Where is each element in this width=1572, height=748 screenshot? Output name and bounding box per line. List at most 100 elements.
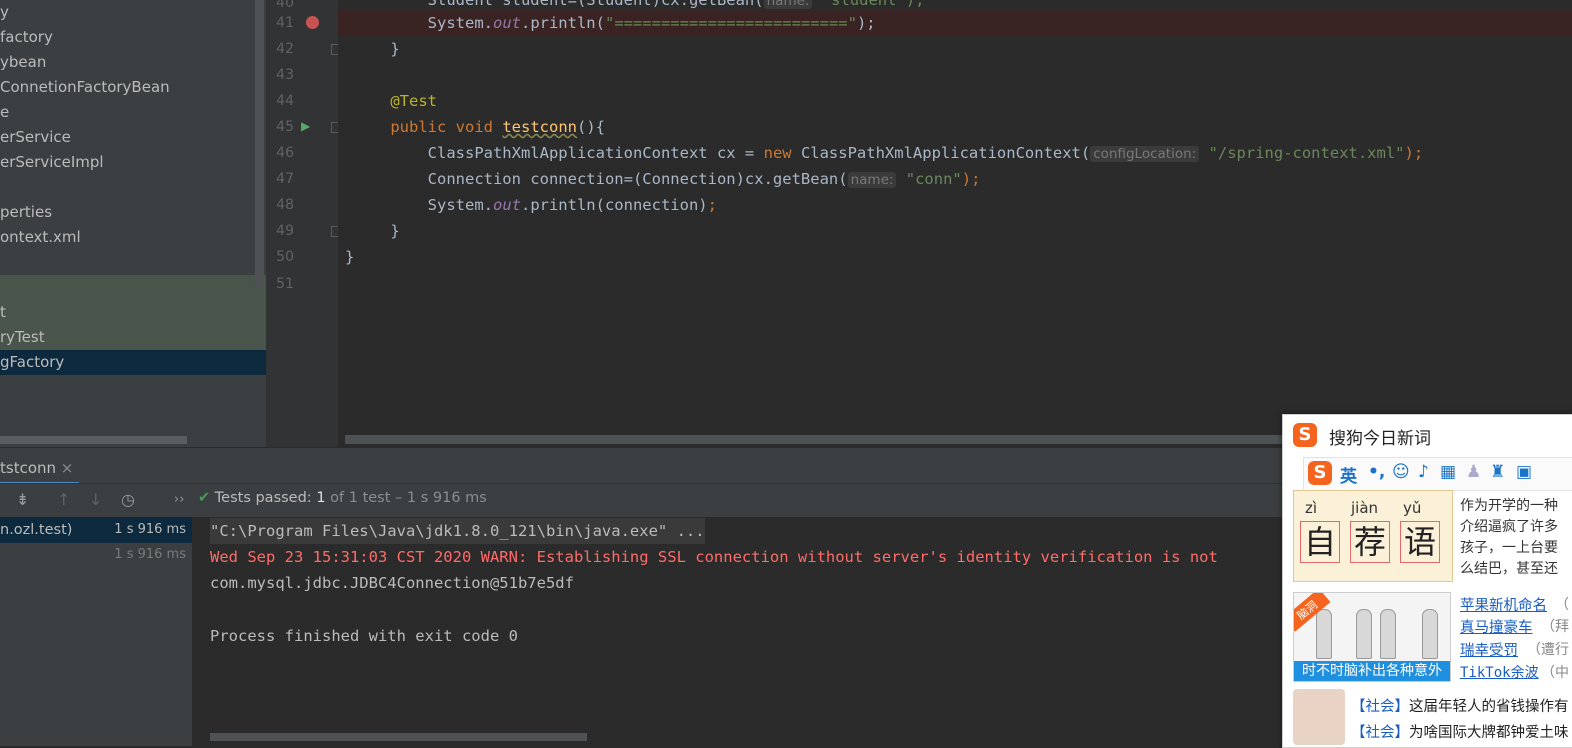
code-line-breakpoint: System.out.println("====================…	[338, 10, 1572, 36]
pinyin: jiàn	[1351, 499, 1379, 517]
close-icon[interactable]: ×	[61, 459, 74, 477]
word-char: 自	[1300, 521, 1340, 563]
history-icon[interactable]: ◷	[121, 490, 135, 509]
code-editor[interactable]: Student student=(Student)cx.getBean(name…	[338, 0, 1572, 447]
test-row[interactable]: n.ozl.test) 1 s 916 ms	[0, 517, 192, 543]
editor-gutter: 40 41 42 43 44 45 46 47 48 49 50 51 ▶	[266, 0, 342, 447]
editor-horizontal-scrollbar[interactable]	[345, 435, 1295, 444]
figure-illustration	[1422, 609, 1438, 659]
more-icon[interactable]: ››	[174, 492, 184, 507]
figure-illustration	[1380, 609, 1396, 659]
code-line: }	[345, 248, 355, 266]
tree-vertical-scrollbar[interactable]	[255, 0, 264, 287]
sogou-logo-icon: S	[1308, 461, 1332, 485]
figure-illustration	[1316, 609, 1332, 659]
hot-word-note: （拜	[1541, 619, 1569, 635]
code-line: public void testconn(){	[353, 118, 605, 136]
tree-item[interactable]: erServiceImpl	[0, 150, 266, 175]
news-thumbnail[interactable]	[1293, 689, 1345, 745]
popup-title: 搜狗今日新词	[1329, 429, 1431, 449]
test-row[interactable]: 1 s 916 ms	[0, 542, 192, 568]
tree-horizontal-scrollbar[interactable]	[0, 436, 187, 444]
line-number: 49	[276, 223, 294, 239]
news-image[interactable]: 脑洞 时不时脑补出各种意外	[1293, 592, 1451, 682]
popup-header: S 搜狗今日新词	[1283, 415, 1572, 455]
tree-item[interactable]: ontext.xml	[0, 225, 266, 250]
emoji-icon[interactable]: ☺	[1392, 462, 1410, 482]
previous-failed-icon[interactable]: ↑	[57, 490, 70, 509]
tree-item[interactable]: ConnetionFactoryBean	[0, 75, 266, 100]
line-number: 41	[276, 15, 294, 31]
news-item[interactable]: 【社会】为啥国际大牌都钟爱土味	[1351, 721, 1569, 742]
test-status: ✔ Tests passed: 1 of 1 test – 1 s 916 ms	[198, 490, 487, 506]
word-description: 介绍逼疯了许多	[1460, 519, 1558, 535]
word-card[interactable]: zì jiàn yǔ 自 荐 语	[1293, 490, 1453, 582]
hot-word-note: （中	[1541, 665, 1569, 681]
hot-word-link[interactable]: 苹果新机命名	[1460, 594, 1547, 615]
word-char: 语	[1400, 521, 1440, 563]
tree-item-selected[interactable]: gFactory	[0, 350, 266, 375]
code-line: }	[353, 222, 400, 240]
code-line: Connection connection=(Connection)cx.get…	[353, 170, 981, 188]
word-description: 孩子，一上台要	[1460, 540, 1558, 556]
hot-word-link[interactable]: 瑞幸受罚	[1460, 639, 1518, 660]
line-number: 50	[276, 249, 294, 265]
sogou-logo-icon: S	[1293, 423, 1317, 447]
sogou-news-popup[interactable]: S 搜狗今日新词 S 英 •, ☺ ♪ ▦ ♟ ♜ ▣ zì jiàn yǔ 自…	[1282, 414, 1572, 748]
line-number: 47	[276, 171, 294, 187]
line-number: 44	[276, 93, 294, 109]
language-toggle[interactable]: 英	[1340, 462, 1357, 487]
code-line: }	[353, 40, 400, 58]
tree-item[interactable]: e	[0, 100, 266, 125]
skin-icon[interactable]: ♜	[1490, 462, 1505, 482]
news-item[interactable]: 【社会】这届年轻人的省钱操作有	[1351, 695, 1569, 716]
line-number: 42	[276, 41, 294, 57]
line-number: 48	[276, 197, 294, 213]
console-horizontal-scrollbar[interactable]	[210, 733, 587, 741]
hot-word-link[interactable]: 真马撞豪车	[1460, 616, 1533, 637]
word-char: 荐	[1350, 521, 1390, 563]
tree-item[interactable]: ryTest	[0, 325, 266, 350]
hot-word-link[interactable]: TikTok余波	[1460, 662, 1539, 682]
word-description: 作为开学的一种	[1460, 498, 1558, 514]
line-number: 46	[276, 145, 294, 161]
code-line-annotation: @Test	[353, 92, 437, 110]
tree-item-test-folder[interactable]	[0, 275, 266, 300]
user-icon[interactable]: ♟	[1466, 462, 1481, 482]
punctuation-icon[interactable]: •,	[1368, 462, 1385, 482]
tree-item[interactable]: erService	[0, 125, 266, 150]
line-number: 43	[276, 67, 294, 83]
tree-item[interactable]: ybean	[0, 50, 266, 75]
breakpoint-icon[interactable]	[306, 16, 319, 29]
keyboard-icon[interactable]: ▦	[1440, 462, 1456, 482]
check-icon: ✔	[198, 490, 211, 506]
pinyin: zì	[1305, 499, 1318, 517]
line-number: 45	[276, 119, 294, 135]
ime-toolbar: S 英 •, ☺ ♪ ▦ ♟ ♜ ▣	[1303, 457, 1572, 491]
collapse-all-icon[interactable]: ⇟	[16, 490, 29, 509]
test-results-tree[interactable]: n.ozl.test) 1 s 916 ms 1 s 916 ms	[0, 517, 193, 746]
line-number: 51	[276, 276, 294, 292]
console-line-warning: Wed Sep 23 15:31:03 CST 2020 WARN: Estab…	[210, 548, 1218, 566]
hot-word-note: （遭行	[1527, 642, 1569, 658]
image-caption: 时不时脑补出各种意外	[1294, 661, 1450, 681]
console-line-exit: Process finished with exit code 0	[210, 627, 518, 645]
tab-testconn[interactable]: tstconn ×	[0, 454, 80, 485]
console-line-command: "C:\Program Files\Java\jdk1.8.0_121\bin\…	[210, 518, 705, 544]
project-tree[interactable]: y factory ybean ConnetionFactoryBean e e…	[0, 0, 266, 447]
tree-item[interactable]: y	[0, 0, 266, 25]
run-test-icon[interactable]: ▶	[301, 119, 310, 133]
tree-item[interactable]: factory	[0, 25, 266, 50]
word-description: 么结巴，甚至还	[1460, 561, 1558, 577]
pinyin: yǔ	[1403, 499, 1422, 517]
console-line: com.mysql.jdbc.JDBC4Connection@51b7e5df	[210, 574, 574, 592]
microphone-icon[interactable]: ♪	[1418, 462, 1429, 482]
code-line: ClassPathXmlApplicationContext cx = new …	[353, 144, 1424, 162]
hot-word-note: （	[1555, 597, 1569, 613]
figure-illustration	[1356, 609, 1372, 659]
next-failed-icon[interactable]: ↓	[89, 490, 102, 509]
tree-item[interactable]: perties	[0, 200, 266, 225]
code-line: System.out.println(connection);	[353, 196, 717, 214]
tree-item[interactable]: t	[0, 300, 266, 325]
toolbox-icon[interactable]: ▣	[1516, 462, 1532, 482]
